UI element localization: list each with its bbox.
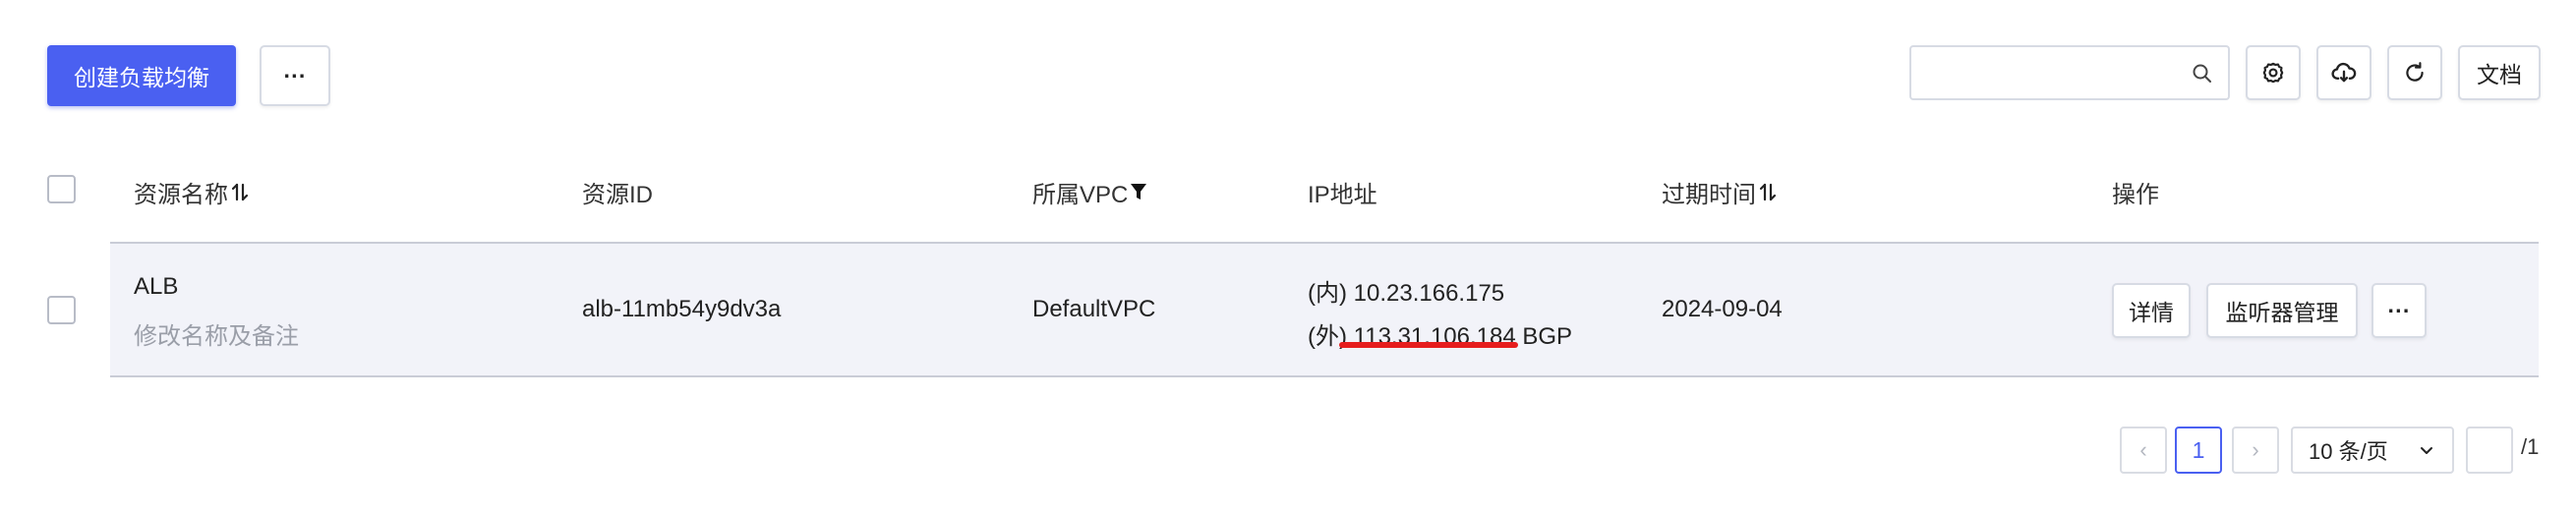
column-header-vpc[interactable]: 所属VPC [1032,175,1147,208]
outer-ip-line-type: BGP [1522,323,1573,350]
column-header-expiry[interactable]: 过期时间 [1662,175,1778,208]
resource-name: ALB [134,273,179,300]
refresh-button[interactable] [2387,45,2442,100]
column-header-actions: 操作 [2112,181,2159,208]
prev-page-button[interactable]: ‹ [2120,427,2167,474]
row-more-button[interactable]: ··· [2371,283,2427,338]
settings-button[interactable] [2246,45,2301,100]
search-input[interactable] [1921,53,2181,94]
page-size-label: 10 条/页 [2309,439,2388,464]
vpc-name: DefaultVPC [1032,296,1156,322]
total-pages: /1 [2521,434,2540,459]
select-all-checkbox[interactable] [47,175,76,203]
column-header-name-label: 资源名称 [134,181,228,208]
expiry-date: 2024-09-04 [1662,296,1783,322]
next-page-button[interactable]: › [2232,427,2279,474]
listener-management-button[interactable]: 监听器管理 [2206,283,2358,338]
inner-ip-prefix: (内) [1308,280,1347,307]
refresh-icon [2406,62,2424,82]
column-header-ip: IP地址 [1308,181,1377,208]
search-box[interactable] [1909,45,2230,100]
column-header-name[interactable]: 资源名称 [134,175,250,208]
column-header-expiry-label: 过期时间 [1662,181,1756,208]
column-header-id: 资源ID [582,181,653,208]
filter-icon[interactable] [1130,182,1147,201]
sort-icon[interactable] [230,180,250,203]
docs-button[interactable]: 文档 [2458,45,2541,100]
red-underline-annotation [1339,342,1518,348]
chevron-down-icon [2421,447,2432,454]
inner-ip: (内) 10.23.166.175 [1308,273,1504,308]
page-size-select[interactable]: 10 条/页 [2291,427,2454,474]
edit-name-link[interactable]: 修改名称及备注 [134,316,299,351]
gear-icon [2262,62,2284,84]
resource-id: alb-11mb54y9dv3a [582,296,782,322]
more-actions-button[interactable]: ··· [260,45,330,106]
create-load-balancer-button[interactable]: 创建负载均衡 [47,45,236,106]
cloud-download-icon [2331,62,2357,83]
page-jump-input[interactable] [2466,427,2513,474]
column-header-vpc-label: 所属VPC [1032,181,1129,208]
page-1-button[interactable]: 1 [2175,427,2222,474]
row-checkbox[interactable] [47,296,76,324]
search-icon [2193,64,2211,83]
download-button[interactable] [2316,45,2371,100]
inner-ip-address: 10.23.166.175 [1353,280,1505,307]
detail-button[interactable]: 详情 [2112,283,2191,338]
sort-icon[interactable] [1758,180,1778,203]
